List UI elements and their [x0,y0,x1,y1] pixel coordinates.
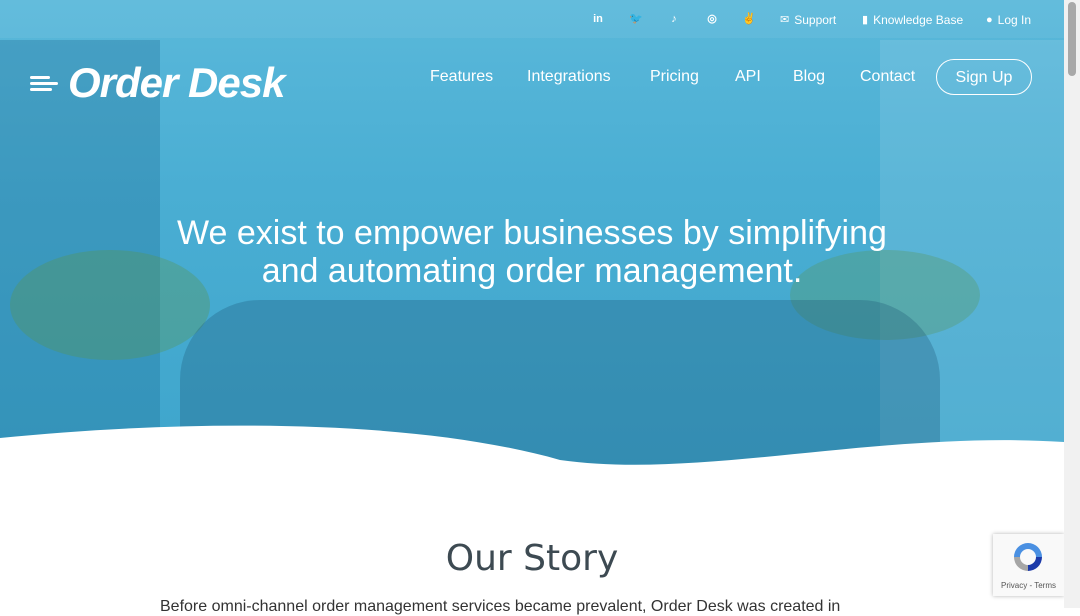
login-label: Log In [997,13,1032,27]
nav-features[interactable]: Features [430,66,493,88]
hero-wave-divider [0,425,1064,480]
award-icon[interactable]: ✌ [741,11,757,27]
hero-banner: in 🐦 ♪ ◎ ✌ ✉ Support ▮ Knowledge Base ● … [0,0,1064,470]
hero-headline: We exist to empower businesses by simpli… [130,214,934,290]
our-story-heading: Our Story [445,538,619,579]
hero-headline-line-1: We exist to empower businesses by simpli… [177,214,887,252]
nav-blog[interactable]: Blog [793,66,825,88]
nav-api[interactable]: API [735,66,761,88]
instagram-icon[interactable]: ◎ [704,11,720,27]
support-link[interactable]: ✉ Support [780,11,836,29]
order-desk-logo[interactable]: Order Desk [30,58,285,108]
scrollbar-thumb[interactable] [1068,2,1076,76]
page-scrollbar[interactable] [1064,0,1080,608]
nav-pricing[interactable]: Pricing [650,66,699,88]
recaptcha-legal[interactable]: Privacy - Terms [993,581,1064,590]
support-label: Support [794,13,837,27]
hero-headline-line-2: and automating order management. [261,252,803,290]
recaptcha-badge[interactable]: Privacy - Terms [993,534,1064,596]
login-link[interactable]: ● Log In [986,11,1031,29]
book-icon: ▮ [862,14,869,26]
user-icon: ● [986,14,993,26]
twitter-icon[interactable]: 🐦 [628,11,644,27]
logo-text: Order Desk [68,59,285,106]
recaptcha-icon [1014,543,1042,571]
our-story-paragraph: Before omni-channel order management ser… [160,598,841,615]
nav-integrations[interactable]: Integrations [527,66,611,88]
signup-button[interactable]: Sign Up [936,59,1032,95]
tiktok-icon[interactable]: ♪ [666,11,682,27]
knowledge-base-link[interactable]: ▮ Knowledge Base [862,11,963,29]
envelope-icon: ✉ [780,14,790,26]
knowledge-base-label: Knowledge Base [873,13,964,27]
linkedin-icon[interactable]: in [590,11,606,27]
wing-icon [30,68,66,98]
nav-contact[interactable]: Contact [860,66,915,88]
